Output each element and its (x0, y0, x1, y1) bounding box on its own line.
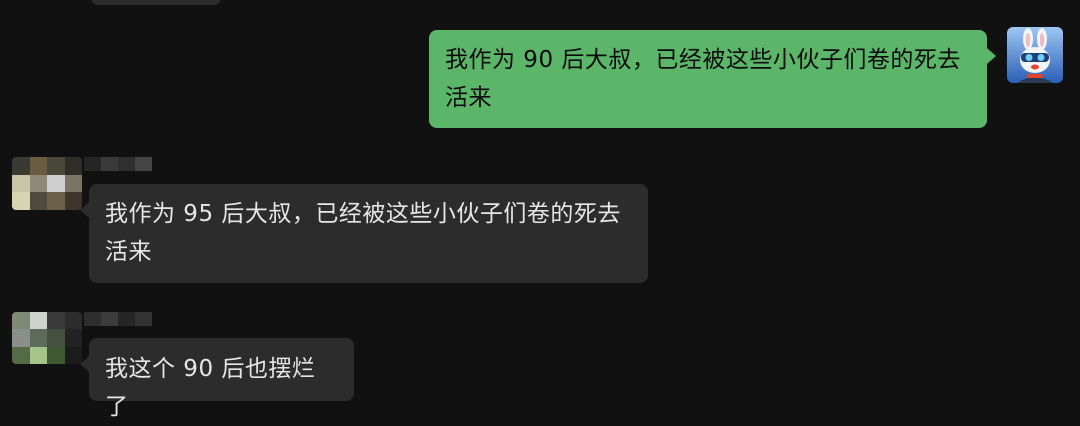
message-text: 我作为 90 后大叔，已经被这些小伙子们卷的死去活来 (445, 47, 961, 111)
self-avatar[interactable] (1007, 27, 1063, 83)
bubble-tail (80, 356, 89, 372)
message-bubble-sent[interactable]: 我作为 90 后大叔，已经被这些小伙子们卷的死去活来 (429, 30, 987, 128)
rabbit-avatar-icon (1007, 27, 1063, 83)
bubble-tail (987, 48, 996, 64)
message-bubble-received[interactable]: 我这个 90 后也摆烂了 (89, 338, 354, 420)
previous-message-bubble[interactable] (92, 0, 220, 5)
message-bubble-received[interactable]: 我作为 95 后大叔，已经被这些小伙子们卷的死去活来 (89, 184, 648, 283)
sender-avatar[interactable] (12, 157, 82, 210)
message-text: 我作为 95 后大叔，已经被这些小伙子们卷的死去活来 (105, 201, 621, 265)
sender-name-redacted (84, 312, 152, 326)
sender-avatar[interactable] (12, 312, 82, 364)
chat-screen: { "messages": [ { "id": "m1", "direction… (0, 0, 1080, 420)
sender-name-redacted (84, 157, 152, 171)
message-text: 我这个 90 后也摆烂了 (105, 356, 316, 420)
bubble-tail (80, 202, 89, 218)
